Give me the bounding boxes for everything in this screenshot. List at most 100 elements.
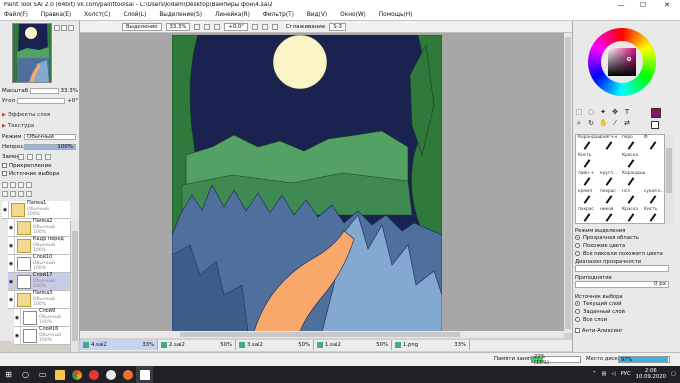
paint-tool-sai-icon[interactable] xyxy=(136,366,153,383)
rotate-left-icon[interactable] xyxy=(251,23,258,30)
selection-source-option[interactable]: Все слои xyxy=(575,316,607,323)
eye-icon[interactable]: ◉ xyxy=(14,327,21,344)
menu-edit[interactable]: Правка(E) xyxy=(41,12,71,18)
blur-slider[interactable]: 0 px xyxy=(575,281,669,288)
zoom-out-button[interactable] xyxy=(61,25,67,31)
transparency-slider[interactable] xyxy=(575,265,669,272)
brush-scrollbar[interactable] xyxy=(665,134,673,224)
scale-slider[interactable] xyxy=(30,87,59,94)
color-swap-icon[interactable]: ⇄ xyxy=(623,119,631,127)
layer-item[interactable]: ◉ Папка1 Обычный 100% xyxy=(2,201,70,219)
menu-view[interactable]: Вид(V) xyxy=(307,12,327,18)
delete-layer-icon[interactable] xyxy=(26,181,32,188)
hand-icon[interactable]: ✋ xyxy=(599,119,608,127)
lock-pixels-icon[interactable] xyxy=(18,153,24,160)
radio-button[interactable] xyxy=(575,309,580,314)
antialias-checkbox[interactable] xyxy=(575,328,580,333)
saturation-value-square[interactable] xyxy=(608,48,636,76)
search-icon[interactable]: ○ xyxy=(17,366,34,383)
zoom-in-icon[interactable] xyxy=(194,23,201,30)
source-row[interactable]: Источник выбора xyxy=(2,170,78,177)
brush-slot[interactable]: лайн + xyxy=(578,171,600,189)
media-player-icon[interactable] xyxy=(102,366,119,383)
layer-item[interactable]: ◉ Папка3 Обычный 100% xyxy=(8,291,70,309)
clock[interactable]: 2:06 10.09.2020 xyxy=(636,368,666,380)
document-tab[interactable]: 3.sai2 50% xyxy=(236,340,314,350)
layer-item[interactable]: ◉ Слой10 Обычный 100% xyxy=(8,255,70,273)
lock-move-icon[interactable] xyxy=(27,153,33,160)
canvas-vertical-scrollbar[interactable] xyxy=(564,33,572,333)
menu-filter[interactable]: Фильтр(T) xyxy=(263,12,294,18)
source-checkbox[interactable] xyxy=(2,171,7,176)
secondary-color-swatch[interactable] xyxy=(651,121,659,129)
yandex-browser-icon[interactable] xyxy=(85,366,102,383)
menu-help[interactable]: Помощь(H) xyxy=(379,12,413,18)
copy-layer-icon[interactable] xyxy=(18,190,24,197)
menu-layer[interactable]: Слой(L) xyxy=(123,12,146,18)
windows-start-icon[interactable]: ⊞ xyxy=(0,366,17,383)
color-wheel[interactable] xyxy=(588,28,656,96)
brush-slot[interactable]: Кисть xyxy=(578,153,600,171)
menu-window[interactable]: Окно(W) xyxy=(340,12,366,18)
selection-source-option[interactable]: Текущий слой xyxy=(575,300,622,307)
volume-icon[interactable]: ◁ xyxy=(611,371,615,377)
select-rect-icon[interactable]: ⬚ xyxy=(575,108,583,116)
rotation-select[interactable]: +0.0° xyxy=(224,22,248,31)
texture-section[interactable]: ▶ Текстура xyxy=(2,122,78,130)
blend-mode-select[interactable]: Обычный xyxy=(24,133,76,140)
layer-item-selected[interactable]: ◉ Слой17 Обычный 100% xyxy=(8,273,70,291)
network-icon[interactable]: ▤ xyxy=(601,371,606,377)
selection-source-option[interactable]: Заданный слой xyxy=(575,308,625,315)
brush-slot[interactable]: покрас xyxy=(578,207,600,225)
lock-alpha-icon[interactable] xyxy=(45,153,51,160)
brush-slot[interactable]: покрас xyxy=(600,189,622,207)
radio-button[interactable] xyxy=(575,301,580,306)
rotate-icon[interactable]: ↻ xyxy=(587,119,595,127)
brush-slot[interactable]: смягч-н xyxy=(600,135,622,153)
radio-button[interactable] xyxy=(575,243,580,248)
scrollbar-thumb[interactable] xyxy=(666,148,672,193)
layer-item[interactable]: ◉ Кадр перед Обычный 100% xyxy=(8,237,70,255)
brush-slot[interactable]: кремл xyxy=(578,189,600,207)
antialias-option[interactable]: Анти-Алиасинг xyxy=(575,327,623,334)
chrome-icon[interactable] xyxy=(68,366,85,383)
flip-icon[interactable] xyxy=(271,23,278,30)
eye-icon[interactable]: ◉ xyxy=(8,255,15,272)
brush-slot[interactable]: Краска xyxy=(622,207,644,225)
selection-mode-option[interactable]: Похожие цвета xyxy=(575,242,625,249)
artwork-canvas[interactable] xyxy=(171,34,443,333)
eye-icon[interactable]: ◉ xyxy=(8,291,15,308)
menu-ruler[interactable]: Линейка(R) xyxy=(215,12,250,18)
lock-paint-icon[interactable] xyxy=(36,153,42,160)
selection-mode-option[interactable]: Прозрачная область xyxy=(575,234,639,241)
brush-slot[interactable]: ников xyxy=(600,207,622,225)
rotate-right-icon[interactable] xyxy=(261,23,268,30)
magic-wand-icon[interactable]: ✦ xyxy=(599,108,607,116)
brush-slot[interactable]: сухая к... xyxy=(644,189,666,207)
clip-row[interactable]: Прикрепление xyxy=(2,162,78,169)
notifications-icon[interactable]: ▢ xyxy=(671,371,676,377)
layer-item[interactable]: ◉ Слой16 Обычный 100% xyxy=(14,327,70,345)
move-icon[interactable]: ✥ xyxy=(611,108,619,116)
brush-slot[interactable]: кругл... xyxy=(600,171,622,189)
clip-checkbox[interactable] xyxy=(2,163,7,168)
text-icon[interactable]: T xyxy=(623,108,631,116)
layers-scrollbar[interactable] xyxy=(70,221,78,361)
effects-section[interactable]: ▶ Эффекты слоя xyxy=(2,111,78,119)
selection-toggle[interactable]: Выделение xyxy=(122,22,162,31)
lasso-icon[interactable]: ◌ xyxy=(587,108,595,116)
angle-slider[interactable] xyxy=(17,97,66,104)
document-tab[interactable]: 1.sai2 50% xyxy=(314,340,392,350)
document-tab[interactable]: 4.sai2 33% xyxy=(80,340,158,350)
document-tab[interactable]: 1.png 33% xyxy=(392,340,470,350)
canvas-horizontal-scrollbar[interactable] xyxy=(80,331,564,338)
zoom-in-button[interactable] xyxy=(54,25,60,31)
opacity-slider[interactable]: 100% xyxy=(24,143,76,150)
app-icon[interactable] xyxy=(119,366,136,383)
layer-item[interactable]: ◉ Слой9 Обычный 100% xyxy=(14,309,70,327)
eye-icon[interactable]: ◉ xyxy=(8,219,15,236)
brush-slot[interactable]: Кисть xyxy=(644,207,666,225)
file-explorer-icon[interactable] xyxy=(51,366,68,383)
zoom-icon[interactable]: ⌕ xyxy=(575,119,583,127)
minimize-button[interactable]: — xyxy=(610,0,632,10)
